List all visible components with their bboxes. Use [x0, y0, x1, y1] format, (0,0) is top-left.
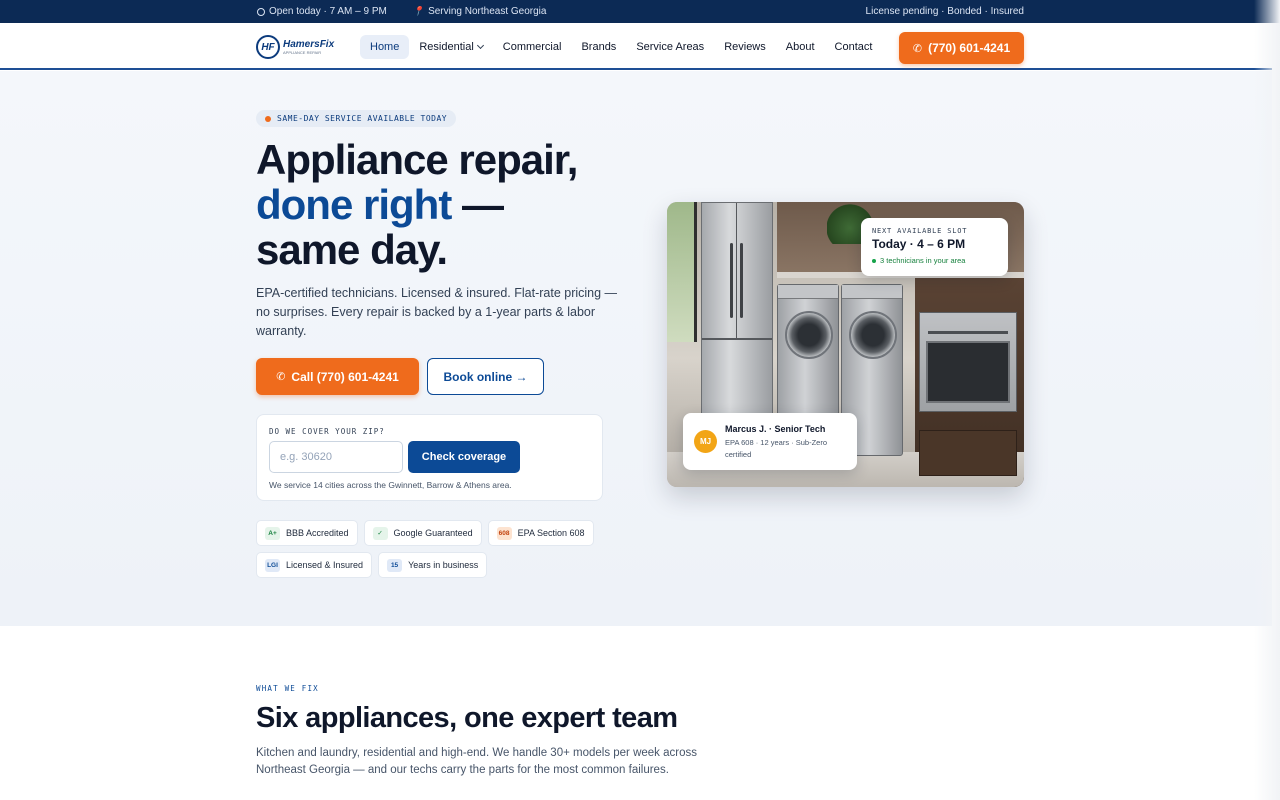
refrigerator-graphic	[701, 202, 773, 417]
section-subtitle: Kitchen and laundry, residential and hig…	[256, 747, 697, 776]
bbb-icon: A+	[265, 526, 280, 540]
nav-call-label: (770) 601-4241	[928, 41, 1011, 55]
slot-time: Today · 4 – 6 PM	[872, 237, 966, 251]
chevron-down-icon	[476, 41, 484, 50]
book-online-button[interactable]: Book online →	[427, 358, 544, 395]
zip-coverage-card: DO WE COVER YOUR ZIP? Check coverage We …	[256, 414, 603, 501]
brand-tagline: APPLIANCE REPAIR	[283, 49, 322, 55]
nav-brands[interactable]: Brands	[571, 35, 626, 59]
check-icon: ✓	[372, 526, 388, 540]
badge-bbb: A+ BBB Accredited	[256, 520, 358, 546]
zip-label: DO WE COVER YOUR ZIP?	[269, 427, 385, 436]
nav-residential-label: Residential	[419, 41, 474, 53]
status-dot-icon	[265, 115, 271, 122]
license-text: License pending · Bonded · Insured	[865, 6, 1024, 17]
nav-contact[interactable]: Contact	[825, 35, 883, 59]
badge-epa: 608 EPA Section 608	[487, 520, 594, 546]
logo[interactable]: HF HamersFix APPLIANCE REPAIR	[256, 35, 334, 59]
badge-label: Years in business	[408, 560, 479, 570]
badge-label: Google Guaranteed	[393, 528, 473, 538]
clock-icon	[257, 7, 265, 16]
logo-mark-icon: HF	[256, 35, 280, 59]
map-pin-icon: 📍	[412, 6, 425, 16]
hero-title-line1: Appliance repair,	[256, 136, 578, 183]
badge-label: BBB Accredited	[286, 528, 349, 538]
badge-licensed: LGI Licensed & Insured	[256, 552, 373, 578]
hero-title-line3: same day.	[256, 226, 448, 273]
section-title: Six appliances, one expert team	[256, 702, 678, 734]
epa-icon: 608	[496, 526, 512, 540]
slot-note: 3 technicians in your area	[872, 256, 965, 265]
nav-service-areas[interactable]: Service Areas	[626, 35, 714, 59]
check-coverage-button[interactable]: Check coverage	[408, 441, 520, 473]
license-icon: LGI	[265, 558, 280, 572]
next-slot-card: NEXT AVAILABLE SLOT Today · 4 – 6 PM 3 t…	[861, 218, 1008, 276]
avatar: MJ	[694, 430, 717, 453]
zip-note: We service 14 cities across the Gwinnett…	[269, 480, 512, 490]
same-day-pill: SAME-DAY SERVICE AVAILABLE TODAY	[256, 110, 457, 127]
hours-info: Open today · 7 AM – 9 PM	[257, 6, 387, 17]
window-graphic	[667, 202, 697, 342]
phone-icon: ✆	[912, 42, 923, 55]
nav-menu: Home Residential Commercial Brands Servi…	[360, 35, 882, 59]
nav-reviews[interactable]: Reviews	[714, 35, 776, 59]
hero-lead: EPA-certified technicians. Licensed & in…	[256, 286, 618, 338]
badge-years: 15 Years in business	[378, 552, 488, 578]
service-area-text: Serving Northeast Georgia	[428, 6, 547, 17]
top-info-bar: Open today · 7 AM – 9 PM 📍 Serving North…	[0, 0, 1280, 23]
nav-commercial[interactable]: Commercial	[493, 35, 572, 59]
tech-meta: EPA 608 · 12 years · Sub-Zero certified	[725, 438, 827, 459]
hero-title-dash: —	[451, 181, 504, 228]
hero-title: Appliance repair, done right — same day.	[256, 136, 578, 273]
nav-home[interactable]: Home	[360, 35, 410, 59]
oven-graphic	[919, 312, 1017, 412]
section-eyebrow: WHAT WE FIX	[256, 684, 319, 693]
trust-badges: A+ BBB Accredited ✓ Google Guaranteed 60…	[256, 520, 616, 578]
badge-google: ✓ Google Guaranteed	[363, 520, 482, 546]
years-icon: 15	[387, 558, 403, 572]
tech-name: Marcus J. · Senior Tech	[725, 424, 826, 434]
page-edge-shade	[1254, 0, 1280, 800]
technician-card: MJ Marcus J. · Senior Tech EPA 608 · 12 …	[683, 413, 857, 470]
badge-label: Licensed & Insured	[286, 560, 364, 570]
nav-call-button[interactable]: ✆ (770) 601-4241	[899, 32, 1024, 64]
hero-title-accent: done right	[256, 181, 452, 228]
availability-dot-icon	[872, 258, 876, 263]
hero-call-label: Call (770) 601-4241	[291, 369, 399, 384]
nav-residential[interactable]: Residential	[409, 35, 492, 59]
hours-text: Open today · 7 AM – 9 PM	[269, 6, 387, 17]
main-navbar: HF HamersFix APPLIANCE REPAIR Home Resid…	[0, 23, 1272, 70]
service-area-info: 📍 Serving Northeast Georgia	[413, 6, 547, 17]
zip-input[interactable]	[269, 441, 403, 473]
slot-label: NEXT AVAILABLE SLOT	[872, 227, 968, 235]
brand-name: HamersFix	[283, 38, 335, 50]
phone-icon: ✆	[276, 371, 286, 383]
nav-about[interactable]: About	[776, 35, 825, 59]
hero-section: SAME-DAY SERVICE AVAILABLE TODAY Applian…	[0, 71, 1272, 626]
badge-label: EPA Section 608	[517, 528, 585, 538]
hero-call-button[interactable]: ✆ Call (770) 601-4241	[256, 358, 419, 395]
slot-note-text: 3 technicians in your area	[880, 256, 966, 265]
pill-text: SAME-DAY SERVICE AVAILABLE TODAY	[277, 114, 448, 123]
